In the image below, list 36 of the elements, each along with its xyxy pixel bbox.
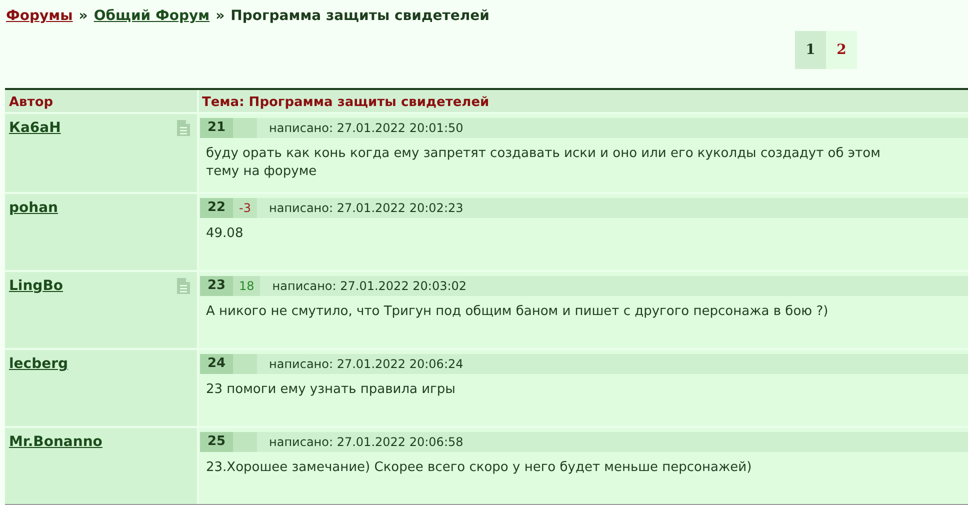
page-title: Программа защиты свидетелей: [230, 7, 490, 26]
breadcrumb-link[interactable]: Общий Форум: [94, 6, 210, 27]
page-link[interactable]: 2: [826, 31, 857, 69]
rating-badge: [233, 118, 257, 138]
document-icon[interactable]: [177, 278, 190, 294]
post-number[interactable]: 25: [200, 432, 233, 452]
post-date: написано: 27.01.2022 20:06:24: [269, 356, 464, 373]
page-link[interactable]: 1: [795, 31, 826, 69]
post-text: 23.Хорошее замечание) Скорее всего скоро у него будет меньше персонажей): [205, 459, 753, 477]
author-link[interactable]: LingBo: [9, 276, 63, 297]
document-icon[interactable]: [177, 120, 190, 136]
author-link[interactable]: pohan: [9, 198, 58, 219]
author-link[interactable]: Mr.Bonanno: [9, 432, 102, 453]
post-text: 49.08: [205, 225, 244, 243]
post-date: написано: 27.01.2022 20:06:58: [269, 434, 464, 451]
post-date: написано: 27.01.2022 20:03:02: [272, 278, 467, 295]
rating-badge: [233, 354, 257, 374]
post-text: 23 помоги ему узнать правила игры: [205, 381, 456, 399]
breadcrumb-separator: »: [216, 7, 225, 26]
post-date: написано: 27.01.2022 20:01:50: [269, 120, 464, 137]
post-text: А никого не смутило, что Тригун под общим баном и пишет с другого персонажа в бою ?): [205, 303, 830, 321]
breadcrumb-separator: »: [78, 7, 88, 26]
column-header: Тема: Программа защиты свидетелей: [201, 94, 490, 112]
post-text: буду орать как конь когда ему запретят создавать иски и оно или его куколды создадут об этом тему на форуме: [205, 145, 882, 181]
rating-badge: 18: [233, 276, 260, 296]
rating-badge: -3: [233, 198, 257, 218]
post-number[interactable]: 21: [200, 118, 233, 138]
post-number[interactable]: 23: [200, 276, 233, 296]
author-link[interactable]: lecberg: [9, 354, 68, 375]
post-number[interactable]: 22: [200, 198, 233, 218]
author-link[interactable]: Ка6аН: [9, 118, 61, 139]
breadcrumb-link[interactable]: Форумы: [6, 6, 73, 27]
post-date: написано: 27.01.2022 20:02:23: [269, 200, 464, 217]
column-header: Автор: [5, 90, 199, 112]
rating-badge: [233, 432, 257, 452]
post-number[interactable]: 24: [200, 354, 233, 374]
